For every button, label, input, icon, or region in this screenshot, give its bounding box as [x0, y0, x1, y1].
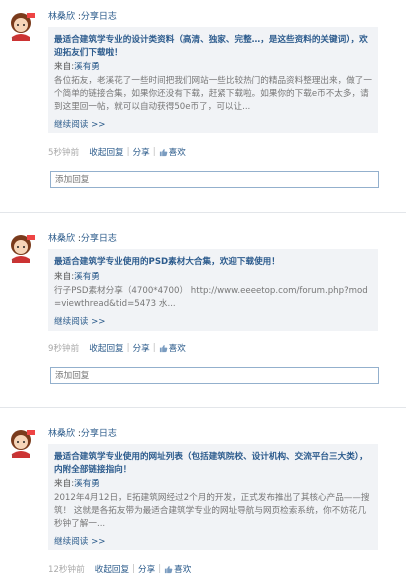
reply-input[interactable]: [50, 367, 379, 384]
share-button[interactable]: 分享: [133, 344, 150, 354]
like-button[interactable]: 喜欢: [174, 565, 191, 575]
source-label: 来自:: [54, 62, 75, 72]
action-divider: |: [132, 564, 136, 574]
like-button[interactable]: 喜欢: [169, 148, 186, 158]
source-author-link[interactable]: 溪有勇: [74, 62, 100, 72]
read-more-link[interactable]: 继续阅读 >>: [54, 315, 372, 327]
post-actions: 9秒钟前 收起回复 | 分享 | 喜欢: [48, 342, 186, 354]
svg-text:★: ★: [11, 453, 16, 458]
blog-excerpt: 各位拓友，老溪花了一些时间把我们网站一些比较热门的精品资料整理出来，做了一个简单…: [54, 76, 372, 112]
thumbs-up-icon[interactable]: [159, 148, 168, 157]
share-button[interactable]: 分享: [133, 148, 150, 158]
read-more-link[interactable]: 继续阅读 >>: [54, 535, 372, 547]
author-line: 林桑欣 :分享日志: [48, 12, 117, 22]
source-label: 来自:: [54, 479, 75, 489]
blog-excerpt: 行子PSD素材分享（4700*4700） http://www.eeeetop.…: [54, 285, 368, 309]
author-line: 林桑欣 :分享日志: [48, 234, 117, 244]
svg-text:★: ★: [11, 36, 16, 41]
thumbs-up-icon[interactable]: [164, 565, 173, 574]
author-name[interactable]: 林桑欣: [48, 12, 75, 22]
like-button[interactable]: 喜欢: [169, 344, 186, 354]
author-avatar[interactable]: ★: [8, 231, 37, 263]
post-actions: 5秒钟前 收起回复 | 分享 | 喜欢: [48, 146, 186, 158]
post-separator: [0, 212, 406, 213]
post-time: 12秒钟前: [48, 565, 85, 575]
action-divider: |: [126, 147, 130, 157]
source-author-link[interactable]: 溪有勇: [74, 479, 100, 489]
shared-blog-card: 最适合建筑学专业使用的网址列表（包括建筑院校、设计机构、交流平台三大类），内附全…: [48, 444, 378, 550]
collapse-reply-button[interactable]: 收起回复: [89, 148, 123, 158]
blog-source: 来自:溪有勇: [54, 478, 372, 490]
shared-blog-card: 最适合建筑学专业的设计类资料（高清、独家、完整…，是这些资料的关键词），欢迎拓友…: [48, 27, 378, 133]
blog-source: 来自:溪有勇: [54, 271, 372, 283]
author-avatar[interactable]: ★: [8, 426, 37, 458]
source-label: 来自:: [54, 271, 75, 282]
blog-excerpt: 2012年4月12日，E拓建筑网经过2个月的开发，正式发布推出了其核心产品——搜…: [54, 493, 370, 529]
blog-title[interactable]: 最适合建筑学专业使用的PSD素材大合集，欢迎下载使用！: [54, 256, 372, 269]
reply-input[interactable]: [50, 171, 379, 188]
action-divider: |: [152, 343, 156, 353]
post-time: 5秒钟前: [48, 148, 80, 158]
collapse-reply-button[interactable]: 收起回复: [95, 565, 129, 575]
post-time: 9秒钟前: [48, 344, 80, 354]
author-line: 林桑欣 :分享日志: [48, 429, 117, 439]
blog-source: 来自:溪有勇: [54, 61, 372, 73]
action-divider: |: [152, 147, 156, 157]
post-separator: [0, 407, 406, 408]
author-name[interactable]: 林桑欣: [48, 429, 75, 439]
source-author-link[interactable]: 溪有勇: [74, 272, 100, 282]
post-type: 分享日志: [80, 234, 117, 244]
author-avatar[interactable]: ★: [8, 9, 37, 41]
collapse-reply-button[interactable]: 收起回复: [89, 344, 123, 354]
blog-title[interactable]: 最适合建筑学专业的设计类资料（高清、独家、完整…，是这些资料的关键词），欢迎拓友…: [54, 34, 372, 59]
post-type: 分享日志: [80, 12, 117, 22]
author-name[interactable]: 林桑欣: [48, 234, 75, 244]
shared-blog-card: 最适合建筑学专业使用的PSD素材大合集，欢迎下载使用！ 来自:溪有勇 行子PSD…: [48, 249, 378, 331]
action-divider: |: [126, 343, 130, 353]
read-more-link[interactable]: 继续阅读 >>: [54, 118, 372, 130]
post-type: 分享日志: [80, 429, 117, 439]
svg-text:★: ★: [11, 258, 16, 263]
action-divider: |: [158, 564, 162, 574]
thumbs-up-icon[interactable]: [159, 344, 168, 353]
share-button[interactable]: 分享: [138, 565, 155, 575]
post-actions: 12秒钟前 收起回复 | 分享 | 喜欢: [48, 563, 191, 575]
blog-title[interactable]: 最适合建筑学专业使用的网址列表（包括建筑院校、设计机构、交流平台三大类），内附全…: [54, 451, 372, 476]
